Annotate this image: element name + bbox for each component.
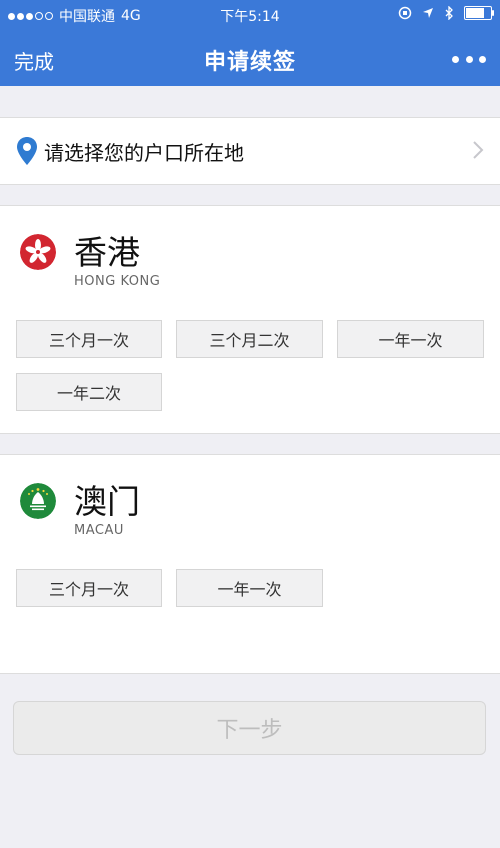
map-pin-icon bbox=[17, 137, 37, 165]
bluetooth-icon bbox=[445, 6, 453, 20]
top-header: 中国联通 4G 下午5:14 完成 申请续签 bbox=[0, 0, 500, 86]
macau-flag-icon bbox=[20, 483, 56, 519]
location-selector[interactable]: 请选择您的户口所在地 bbox=[0, 117, 500, 185]
hong-kong-flag-icon bbox=[20, 234, 56, 270]
region-macau: 澳门 MACAU 三个月一次 一年一次 bbox=[0, 454, 500, 674]
chevron-right-icon bbox=[473, 141, 484, 159]
location-label: 请选择您的户口所在地 bbox=[44, 140, 244, 165]
region-name: 澳门 bbox=[74, 482, 140, 521]
option-button[interactable]: 一年一次 bbox=[176, 569, 323, 607]
option-button[interactable]: 一年二次 bbox=[16, 373, 162, 411]
location-arrow-icon bbox=[423, 8, 433, 18]
option-button[interactable]: 三个月一次 bbox=[16, 320, 162, 358]
nav-bar: 完成 申请续签 bbox=[0, 30, 500, 86]
orientation-lock-icon bbox=[398, 6, 412, 20]
page-title: 申请续签 bbox=[203, 50, 296, 75]
option-button[interactable]: 三个月一次 bbox=[16, 569, 162, 607]
next-step-button[interactable]: 下一步 bbox=[13, 701, 486, 755]
battery-icon bbox=[464, 6, 494, 20]
region-name-en: MACAU bbox=[74, 523, 124, 538]
region-name-en: HONG KONG bbox=[74, 274, 161, 289]
status-right bbox=[398, 6, 494, 20]
more-options-icon[interactable] bbox=[452, 54, 486, 64]
option-button[interactable]: 一年一次 bbox=[337, 320, 484, 358]
status-bar: 中国联通 4G 下午5:14 bbox=[0, 0, 500, 30]
option-button[interactable]: 三个月二次 bbox=[176, 320, 323, 358]
region-hong-kong: 香港 HONG KONG 三个月一次 三个月二次 一年一次 一年二次 bbox=[0, 205, 500, 434]
region-name: 香港 bbox=[74, 233, 140, 272]
